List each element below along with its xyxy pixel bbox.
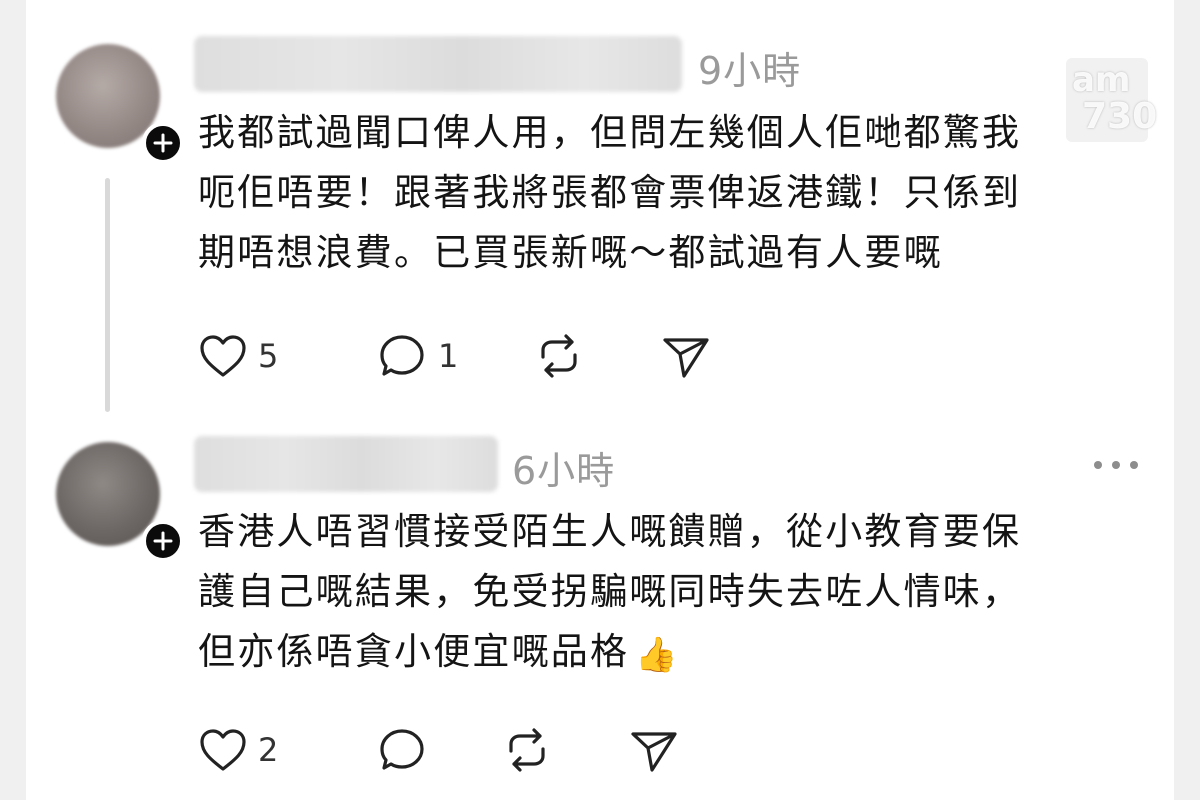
post-time: 6小時 <box>512 449 616 493</box>
reply-post: 9小時 我都試過聞口俾人用，但問左幾個人佢哋都驚我 呃佢唔要！跟著我將張都會票俾… <box>26 0 1174 420</box>
more-options-button[interactable] <box>1094 458 1138 472</box>
thumbs-up-emoji: 👍 <box>635 635 680 675</box>
comment-icon <box>380 729 424 770</box>
reply-post: 6小時 香港人唔習慣接受陌生人嘅饋贈，從小教育要保 護自己嘅結果，免受拐騙嘅同時… <box>26 420 1174 800</box>
plus-icon <box>153 133 173 153</box>
like-button[interactable]: 5 <box>198 328 278 384</box>
avatar-container[interactable] <box>56 44 184 164</box>
username-blurred[interactable] <box>194 36 682 92</box>
send-icon <box>663 338 709 378</box>
like-button[interactable]: 2 <box>198 722 278 778</box>
post-text-line: 但亦係唔貪小便宜嘅品格 👍 <box>198 622 1138 685</box>
send-icon <box>631 732 677 772</box>
repost-icon <box>541 334 577 378</box>
like-count: 2 <box>258 731 279 769</box>
reply-button[interactable]: 1 <box>378 328 458 384</box>
share-button[interactable] <box>628 722 680 778</box>
post-text-line-content: 但亦係唔貪小便宜嘅品格 <box>198 630 630 673</box>
more-icon-dot <box>1130 461 1138 469</box>
post-text-line: 呃佢唔要！跟著我將張都會票俾返港鐵！只係到 <box>198 171 1022 214</box>
more-icon-dot <box>1094 461 1102 469</box>
thread-line <box>105 178 110 412</box>
post-text: 我都試過聞口俾人用，但問左幾個人佢哋都驚我 呃佢唔要！跟著我將張都會票俾返港鐵！… <box>198 103 1138 283</box>
post-text-line: 護自己嘅結果，免受拐騙嘅同時失去咗人情味， <box>198 570 1022 613</box>
repost-button[interactable] <box>502 722 552 778</box>
follow-button[interactable] <box>142 122 184 164</box>
post-time: 9小時 <box>698 49 802 93</box>
follow-button[interactable] <box>142 520 184 562</box>
post-text-line: 香港人唔習慣接受陌生人嘅饋贈，從小教育要保 <box>198 510 1022 553</box>
like-count: 5 <box>258 337 279 375</box>
repost-icon <box>509 728 545 772</box>
post-text: 香港人唔習慣接受陌生人嘅饋贈，從小教育要保 護自己嘅結果，免受拐騙嘅同時失去咗人… <box>198 502 1138 685</box>
heart-icon <box>200 335 246 377</box>
avatar-container[interactable] <box>56 442 184 562</box>
plus-icon <box>153 531 173 551</box>
heart-icon <box>200 729 246 771</box>
comment-icon <box>380 335 424 376</box>
reply-button[interactable] <box>378 722 438 778</box>
post-text-line: 我都試過聞口俾人用，但問左幾個人佢哋都驚我 <box>198 111 1022 154</box>
username-blurred[interactable] <box>194 436 498 492</box>
thread-feed: am 730 9小時 我都試過聞口俾人用，但問左幾個人佢哋都驚我 呃佢唔要！跟著… <box>26 0 1174 800</box>
repost-button[interactable] <box>534 328 584 384</box>
reply-count: 1 <box>438 337 459 375</box>
share-button[interactable] <box>660 328 712 384</box>
post-text-line: 期唔想浪費。已買張新嘅～都試過有人要嘅 <box>198 231 943 274</box>
more-icon-dot <box>1112 461 1120 469</box>
